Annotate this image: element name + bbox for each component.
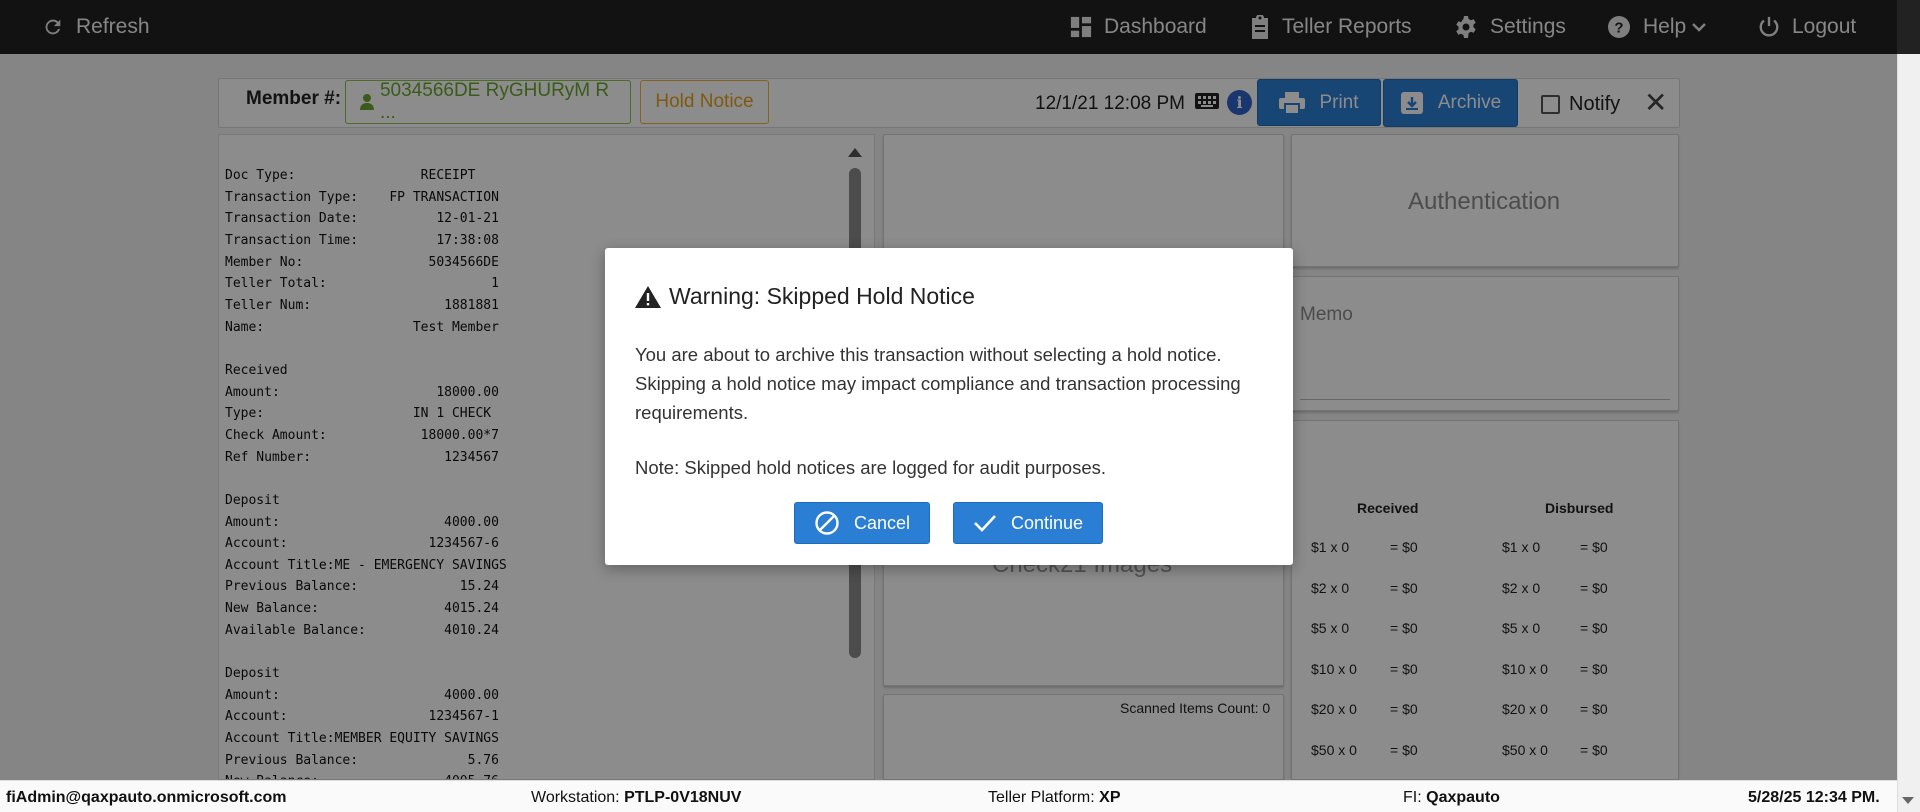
fi-value: Qaxpauto xyxy=(1426,789,1500,806)
dialog-title-text: Warning: Skipped Hold Notice xyxy=(669,283,975,309)
status-user: fiAdmin@qaxpauto.onmicrosoft.com xyxy=(6,789,287,806)
platform-label: Teller Platform: xyxy=(988,789,1095,806)
cancel-label: Cancel xyxy=(853,512,911,533)
workstation-value: PTLP-0V18NUV xyxy=(624,789,742,806)
status-workstation: Workstation: PTLP-0V18NUV xyxy=(531,789,741,807)
dialog-note: Note: Skipped hold notices are logged fo… xyxy=(635,457,1107,478)
continue-button[interactable]: Continue xyxy=(953,502,1103,544)
fi-label: FI: xyxy=(1403,789,1422,806)
status-datetime: 5/28/25 12:34 PM. xyxy=(1748,789,1880,806)
page-scrollbar[interactable] xyxy=(1897,54,1920,812)
warning-icon xyxy=(635,285,661,308)
status-platform: Teller Platform: XP xyxy=(988,789,1121,807)
scroll-down-arrow[interactable] xyxy=(1902,797,1914,804)
platform-value: XP xyxy=(1099,789,1121,806)
check-icon xyxy=(974,515,996,532)
cancel-button[interactable]: Cancel xyxy=(794,502,930,544)
warning-dialog: Warning: Skipped Hold Notice You are abo… xyxy=(605,248,1293,565)
ban-icon xyxy=(815,511,839,535)
workstation-label: Workstation: xyxy=(531,789,620,806)
dialog-title: Warning: Skipped Hold Notice xyxy=(635,283,975,310)
status-bar: fiAdmin@qaxpauto.onmicrosoft.com Worksta… xyxy=(0,780,1897,812)
dialog-body: You are about to archive this transactio… xyxy=(635,344,1241,423)
status-fi: FI: Qaxpauto xyxy=(1403,789,1500,807)
continue-label: Continue xyxy=(1010,512,1084,533)
